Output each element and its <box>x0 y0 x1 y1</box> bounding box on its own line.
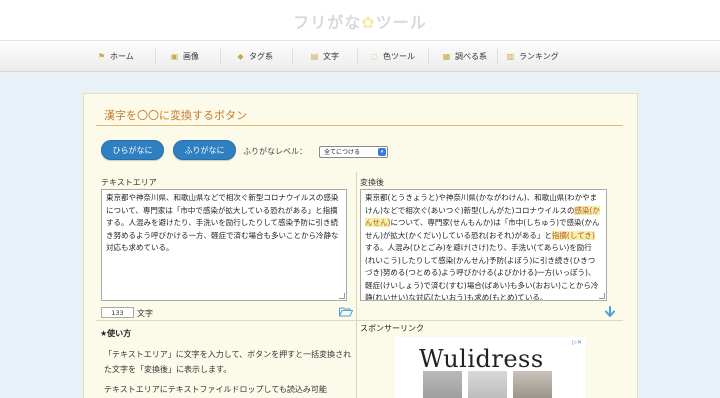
nav-item-ranking[interactable]: ▥ ランキング <box>506 51 559 62</box>
usage-title: ★使い方 <box>100 329 132 338</box>
logo-text-left: フリがな <box>293 13 362 32</box>
row-divider <box>96 320 623 321</box>
nav-label: タグ系 <box>249 52 273 61</box>
furigana-level-select[interactable]: 全てにつける ▾ <box>319 146 388 158</box>
logo-star-icon: ✿ <box>361 13 376 32</box>
nav-item-color[interactable]: ◌ 色ツール <box>370 51 415 62</box>
ad-product-image <box>513 371 552 398</box>
nav-item-lookup[interactable]: ▦ 調べる系 <box>442 51 487 62</box>
nav-label: ホーム <box>110 52 134 61</box>
flag-icon: ⚑ <box>97 52 106 61</box>
nav-divider <box>220 49 221 64</box>
column-divider <box>356 172 357 398</box>
main-nav: ⚑ ホーム ▣ 画像 ◆ タグ系 ▤ 文字 ◌ 色ツール ▦ 調べる系 ▥ ラン… <box>0 40 720 72</box>
search-icon: ▦ <box>442 52 451 61</box>
nav-divider <box>357 49 358 64</box>
output-text-part-3: する。人混み(ひとごみ)を避け(さけ)たり、手洗い(てあらい)を励行(れいこう)… <box>365 243 599 301</box>
usage-paragraph-2: テキストエリアにテキストファイルドロップしても読込み可能 <box>104 385 327 394</box>
nav-item-tags[interactable]: ◆ タグ系 <box>236 51 273 62</box>
ranking-icon: ▥ <box>506 52 515 61</box>
nav-divider <box>428 49 429 64</box>
resize-handle[interactable] <box>599 293 605 299</box>
ad-product-image <box>468 371 507 398</box>
logo-text-right: ツール <box>375 13 427 32</box>
nav-item-text[interactable]: ▤ 文字 <box>310 51 339 62</box>
char-count-field: 133 <box>101 307 134 318</box>
arrow-down-icon[interactable] <box>604 306 616 318</box>
output-highlight-2: 指摘(してき) <box>551 230 595 240</box>
output-label: 変換後 <box>360 178 384 187</box>
folder-open-icon[interactable] <box>339 306 353 317</box>
output-textarea[interactable]: 東京都(とうきょうと)や神奈川県(かながわけん)、和歌山県(わかやまけん)などで… <box>360 189 607 301</box>
ad-brand: Wulidress <box>419 345 544 373</box>
title-divider <box>96 125 623 126</box>
nav-divider <box>292 49 293 64</box>
section-title: 漢字を〇〇に変換するボタン <box>104 109 247 122</box>
site-header: フリがな✿ツール <box>0 0 720 40</box>
furigana-button[interactable]: ふりがなに <box>173 140 236 160</box>
level-select-value: 全てにつける <box>324 149 361 156</box>
sponsor-title: スポンサーリンク <box>360 324 424 333</box>
input-text: 東京都や神奈川県、和歌山県などで相次ぐ新型コロナウイルスの感染について、専門家は… <box>106 193 339 252</box>
nav-label: 調べる系 <box>455 52 487 61</box>
nav-label: 画像 <box>183 52 199 61</box>
resize-handle[interactable] <box>339 293 345 299</box>
furigana-level-label: ふりがなレベル： <box>243 147 307 156</box>
char-count-label: 文字 <box>137 309 153 318</box>
text-icon: ▤ <box>310 52 319 61</box>
nav-item-home[interactable]: ⚑ ホーム <box>97 51 134 62</box>
ad-choices-icon[interactable]: ▷✕ <box>572 339 582 346</box>
nav-label: ランキング <box>519 52 559 61</box>
hiragana-button[interactable]: ひらがなに <box>101 140 164 160</box>
text-area-label: テキストエリア <box>101 178 157 187</box>
nav-label: 文字 <box>323 52 339 61</box>
color-icon: ◌ <box>371 52 378 61</box>
usage-paragraph-1: 「テキストエリア」に文字を入力して、ボタンを押すと一括変換された文字を「変換後」… <box>104 350 352 374</box>
nav-divider <box>497 49 498 64</box>
chevron-down-icon: ▾ <box>378 148 386 156</box>
nav-item-image[interactable]: ▣ 画像 <box>170 51 199 62</box>
input-textarea[interactable]: 東京都や神奈川県、和歌山県などで相次ぐ新型コロナウイルスの感染について、専門家は… <box>101 189 347 301</box>
nav-divider <box>155 49 156 64</box>
sponsor-ad[interactable]: Wulidress ▷✕ <box>395 337 585 398</box>
site-logo[interactable]: フリがな✿ツール <box>0 9 720 33</box>
nav-label: 色ツール <box>383 52 415 61</box>
ad-product-image <box>423 371 462 398</box>
converter-panel: 漢字を〇〇に変換するボタン ひらがなに ふりがなに ふりがなレベル： 全てにつけ… <box>83 93 638 398</box>
output-text-part-1: 東京都(とうきょうと)や神奈川県(かながわけん)、和歌山県(わかやまけん)などで… <box>365 193 598 215</box>
tag-icon: ◆ <box>237 52 244 61</box>
image-icon: ▣ <box>170 52 179 61</box>
